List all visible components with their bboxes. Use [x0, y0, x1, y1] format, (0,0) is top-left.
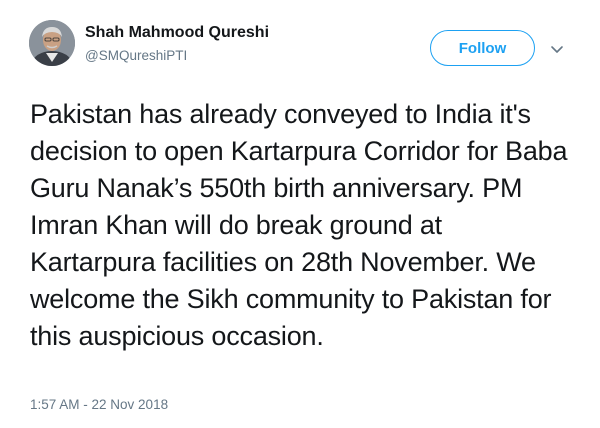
tweet-text: Pakistan has already conveyed to India i… [30, 96, 575, 355]
tweet-timestamp[interactable]: 1:57 AM - 22 Nov 2018 [30, 397, 168, 412]
chevron-down-icon[interactable] [550, 42, 564, 53]
avatar-image [29, 20, 75, 66]
tweet-text-line: Guru Nanak’s 550th birth anniversary. PM [30, 173, 523, 203]
tweet-text-line: decision to open Kartarpura Corridor for… [30, 136, 568, 166]
tweet-text-line: welcome the Sikh community to Pakistan f… [30, 284, 552, 314]
tweet-text-line: Imran Khan will do break ground at [30, 210, 442, 240]
tweet-text-line: Pakistan has already conveyed to India i… [30, 99, 531, 129]
tweet-text-line: this auspicious occasion. [30, 321, 324, 351]
user-handle[interactable]: @SMQureshiPTI [85, 48, 187, 63]
tweet-card: Shah Mahmood Qureshi @SMQureshiPTI Follo… [0, 0, 600, 428]
avatar[interactable] [29, 20, 75, 66]
display-name[interactable]: Shah Mahmood Qureshi [85, 24, 269, 42]
tweet-text-line: Kartarpura facilities on 28th November. … [30, 247, 536, 277]
follow-button[interactable]: Follow [430, 30, 535, 66]
